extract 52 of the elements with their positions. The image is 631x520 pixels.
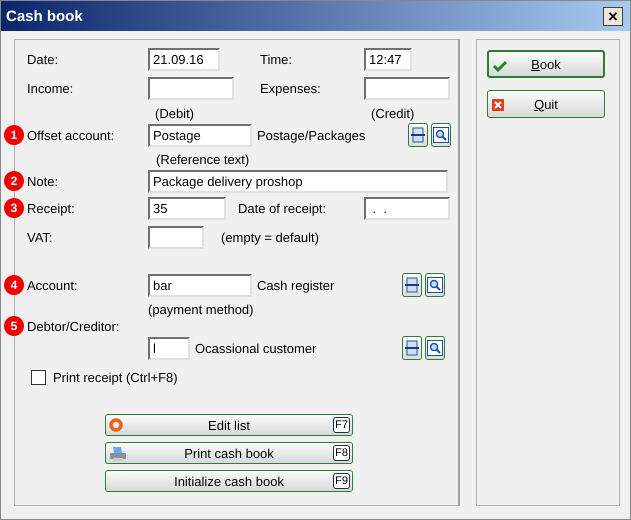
number-badge: 2 — [4, 171, 24, 191]
check-icon — [493, 60, 507, 72]
receipt-date-field[interactable]: . . — [364, 196, 450, 220]
search-icon[interactable] — [425, 273, 445, 297]
number-badge: 4 — [4, 275, 24, 295]
account-description: Ocassional customer — [195, 340, 318, 356]
account-description: Cash register — [257, 278, 336, 292]
action-button[interactable]: Edit list F7 — [105, 414, 353, 436]
vat-field[interactable] — [148, 226, 204, 248]
field-label: Time: — [260, 52, 294, 66]
hint-text: (Credit) — [371, 106, 414, 120]
number-badge: 3 — [4, 198, 24, 218]
search-icon[interactable] — [431, 123, 451, 147]
note-field[interactable]: Package delivery proshop — [148, 170, 448, 192]
field-label: Expenses: — [260, 80, 322, 96]
shortcut-key: F7 — [333, 417, 350, 433]
shortcut-key: F8 — [333, 445, 350, 461]
hint-text: (empty = default) — [221, 230, 319, 244]
hint-text: (Reference text) — [156, 152, 250, 166]
action-button[interactable]: Initialize cash book F9 — [105, 470, 353, 492]
hint-text: (Debit) — [155, 106, 196, 120]
income-field[interactable] — [148, 76, 234, 100]
offset-account-field[interactable]: Postage — [148, 124, 252, 146]
list-icon[interactable] — [402, 273, 422, 297]
list-icon[interactable] — [408, 123, 428, 147]
number-badge: 1 — [4, 125, 24, 145]
account-description: Postage/Packages — [257, 128, 366, 142]
time-field[interactable]: 12:47 — [364, 48, 412, 70]
expenses-field[interactable] — [364, 76, 450, 100]
dialog-button[interactable]: Book — [487, 50, 605, 78]
field-label: Date of receipt: — [238, 200, 328, 216]
field-label: Income: — [26, 80, 74, 96]
receipt-field[interactable]: 35 — [148, 196, 226, 220]
printer-icon — [109, 446, 127, 462]
search-icon[interactable] — [425, 336, 445, 360]
close-button[interactable]: × — [603, 6, 623, 26]
action-button[interactable]: Print cash book F8 — [105, 442, 353, 464]
field-label: Date: — [26, 52, 60, 66]
checkbox-label: Print receipt (Ctrl+F8) — [53, 370, 178, 384]
shortcut-key: F9 — [333, 473, 350, 489]
dialog-button[interactable]: Quit — [487, 90, 605, 118]
number-badge: 5 — [4, 316, 24, 336]
window-title: Cash book — [6, 8, 83, 24]
field-label: VAT: — [26, 230, 54, 244]
date-field[interactable]: 21.09.16 — [148, 48, 220, 70]
print-receipt-checkbox[interactable] — [31, 370, 46, 384]
close-icon — [492, 99, 504, 111]
account-field[interactable]: bar — [148, 274, 252, 296]
hint-text: (payment method) — [148, 302, 254, 316]
list-icon[interactable] — [402, 336, 422, 360]
debtor-field[interactable]: l — [148, 336, 190, 360]
lifebuoy-icon — [109, 418, 123, 432]
